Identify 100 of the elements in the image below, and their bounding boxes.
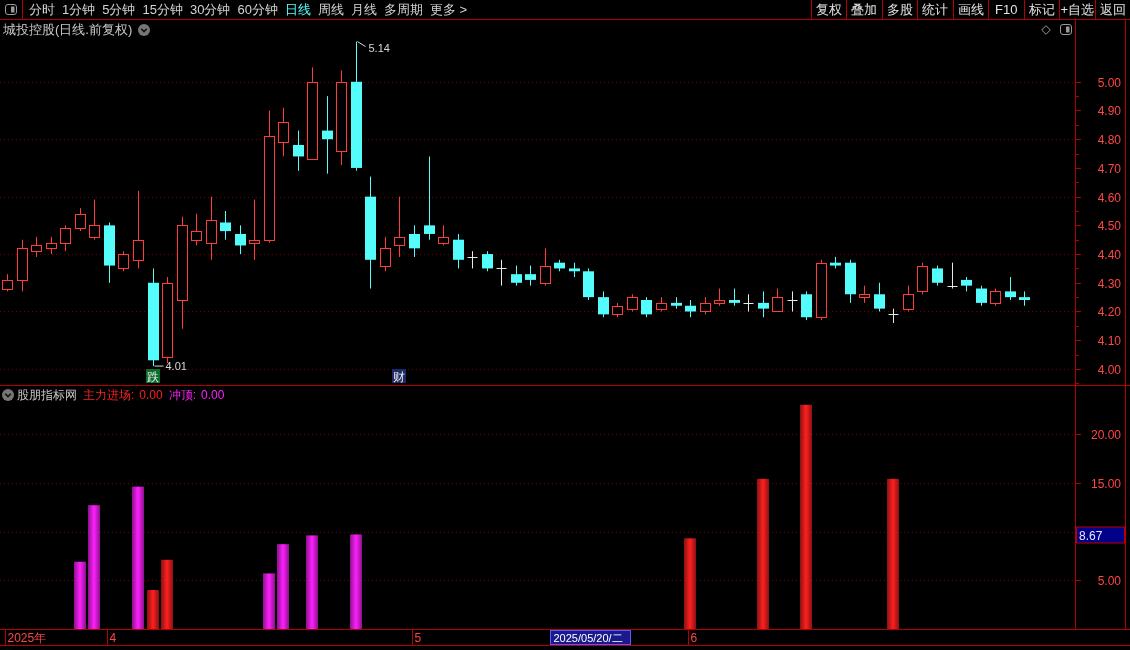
- candlestick: [612, 302, 623, 318]
- price-axis-label: 4.10: [1097, 333, 1121, 348]
- toolbar-button[interactable]: 标记: [1023, 0, 1059, 19]
- cursor-value-label: 8.67: [1076, 526, 1125, 544]
- legend-value: 0.00: [139, 388, 163, 401]
- toolbar-button[interactable]: 返回: [1094, 0, 1130, 19]
- candlestick: [641, 296, 652, 318]
- candlestick: [89, 199, 100, 241]
- toolbar-button[interactable]: 画线: [952, 0, 988, 19]
- candlestick: [874, 282, 885, 312]
- period-tab[interactable]: 日线: [284, 3, 311, 16]
- candlestick: [947, 262, 958, 289]
- event-tag: 财: [392, 369, 406, 384]
- toolbar-button[interactable]: F10: [988, 0, 1024, 19]
- candlestick: [453, 233, 464, 269]
- candlestick: [598, 290, 609, 318]
- toolbar-button[interactable]: 统计: [917, 0, 953, 19]
- candlestick: [801, 290, 812, 321]
- candlestick: [525, 265, 536, 287]
- period-tab[interactable]: 30分钟: [189, 3, 231, 16]
- legend-value: 0.00: [201, 388, 225, 401]
- indicator-bar: [147, 590, 159, 629]
- candlestick: [627, 293, 638, 312]
- candlestick: [569, 262, 580, 278]
- cursor-date-label: 2025/05/20/二: [550, 630, 631, 645]
- candlestick: [888, 308, 899, 324]
- candlestick: [235, 224, 246, 255]
- candlestick: [758, 290, 769, 318]
- candlestick: [932, 265, 943, 287]
- period-tab[interactable]: 1分钟: [62, 3, 96, 16]
- price-axis-label: 5.00: [1097, 75, 1121, 90]
- candlestick: [75, 207, 86, 232]
- indicator-bar: [161, 559, 173, 629]
- diamond-icon[interactable]: [1041, 24, 1051, 35]
- chevron-down-icon[interactable]: [2, 388, 14, 401]
- candlestick: [1005, 276, 1016, 301]
- candlestick: [961, 276, 972, 292]
- candlestick: [1019, 290, 1030, 307]
- date-label: 5: [414, 631, 422, 645]
- indicator-bar: [74, 561, 86, 629]
- candlestick: [671, 296, 682, 310]
- legend-label: 主力进场:: [83, 388, 135, 401]
- candlestick: [467, 250, 478, 269]
- period-tab[interactable]: 月线: [350, 3, 377, 16]
- chart-title: 城投控股(日线.前复权): [2, 23, 133, 36]
- candlestick: [714, 288, 725, 307]
- period-tab[interactable]: 多周期: [383, 3, 423, 16]
- candlestick: [990, 288, 1001, 307]
- chevron-down-icon[interactable]: [138, 23, 151, 36]
- price-axis-label: 4.90: [1097, 103, 1121, 118]
- panel-toggle-icon[interactable]: [5, 4, 17, 15]
- legend-label: 冲顶:: [168, 388, 197, 401]
- candlestick: [540, 247, 551, 287]
- candlestick: [583, 267, 594, 301]
- candlestick: [17, 239, 28, 292]
- candlestick: [743, 293, 754, 312]
- date-label: 6: [690, 631, 698, 645]
- candlestick: [830, 256, 841, 269]
- price-axis-label: 4.20: [1097, 304, 1121, 319]
- candlestick: [206, 196, 217, 261]
- period-tab[interactable]: 更多 >: [429, 3, 468, 16]
- period-tab[interactable]: 周线: [317, 3, 344, 16]
- candlestick: [104, 222, 115, 284]
- period-tab[interactable]: 5分钟: [102, 3, 136, 16]
- candlestick: [249, 199, 260, 261]
- candlestick: [394, 196, 405, 258]
- value-axis-label: 15.00: [1090, 476, 1121, 491]
- candlestick: [60, 224, 71, 252]
- candlestick: [191, 213, 202, 246]
- price-axis-label: 4.50: [1097, 218, 1121, 233]
- candlestick: [729, 288, 740, 307]
- candlestick: [976, 285, 987, 307]
- candlestick: [787, 290, 798, 312]
- candlestick: [656, 296, 667, 312]
- candlestick: [511, 265, 522, 287]
- price-axis-label: 4.60: [1097, 190, 1121, 205]
- period-tab[interactable]: 60分钟: [237, 3, 278, 16]
- toolbar-button[interactable]: 多股: [881, 0, 917, 19]
- candlestick: [685, 299, 696, 318]
- candlestick: [278, 107, 289, 157]
- value-axis-label: 5.00: [1097, 573, 1121, 588]
- candlestick: [772, 288, 783, 312]
- price-axis-label: 4.80: [1097, 132, 1121, 147]
- toolbar-button[interactable]: 复权: [810, 0, 846, 19]
- panel-icon[interactable]: [1060, 24, 1072, 35]
- candlestick: [220, 210, 231, 241]
- period-tab[interactable]: 15分钟: [142, 3, 183, 16]
- price-axis-label: 4.30: [1097, 276, 1121, 291]
- indicator-name: 股朋指标网: [17, 388, 77, 401]
- candlestick: [845, 259, 856, 304]
- candlestick: [554, 259, 565, 272]
- toolbar-button[interactable]: 叠加: [846, 0, 882, 19]
- date-label: 4: [109, 631, 117, 645]
- candlestick: [409, 224, 420, 258]
- candlestick: [380, 236, 391, 272]
- period-tab[interactable]: 分时: [29, 3, 55, 16]
- candlestick: [903, 285, 914, 312]
- event-tag: 跌: [146, 369, 160, 384]
- value-axis-label: 20.00: [1090, 427, 1121, 442]
- toolbar-button[interactable]: +自选: [1059, 0, 1095, 19]
